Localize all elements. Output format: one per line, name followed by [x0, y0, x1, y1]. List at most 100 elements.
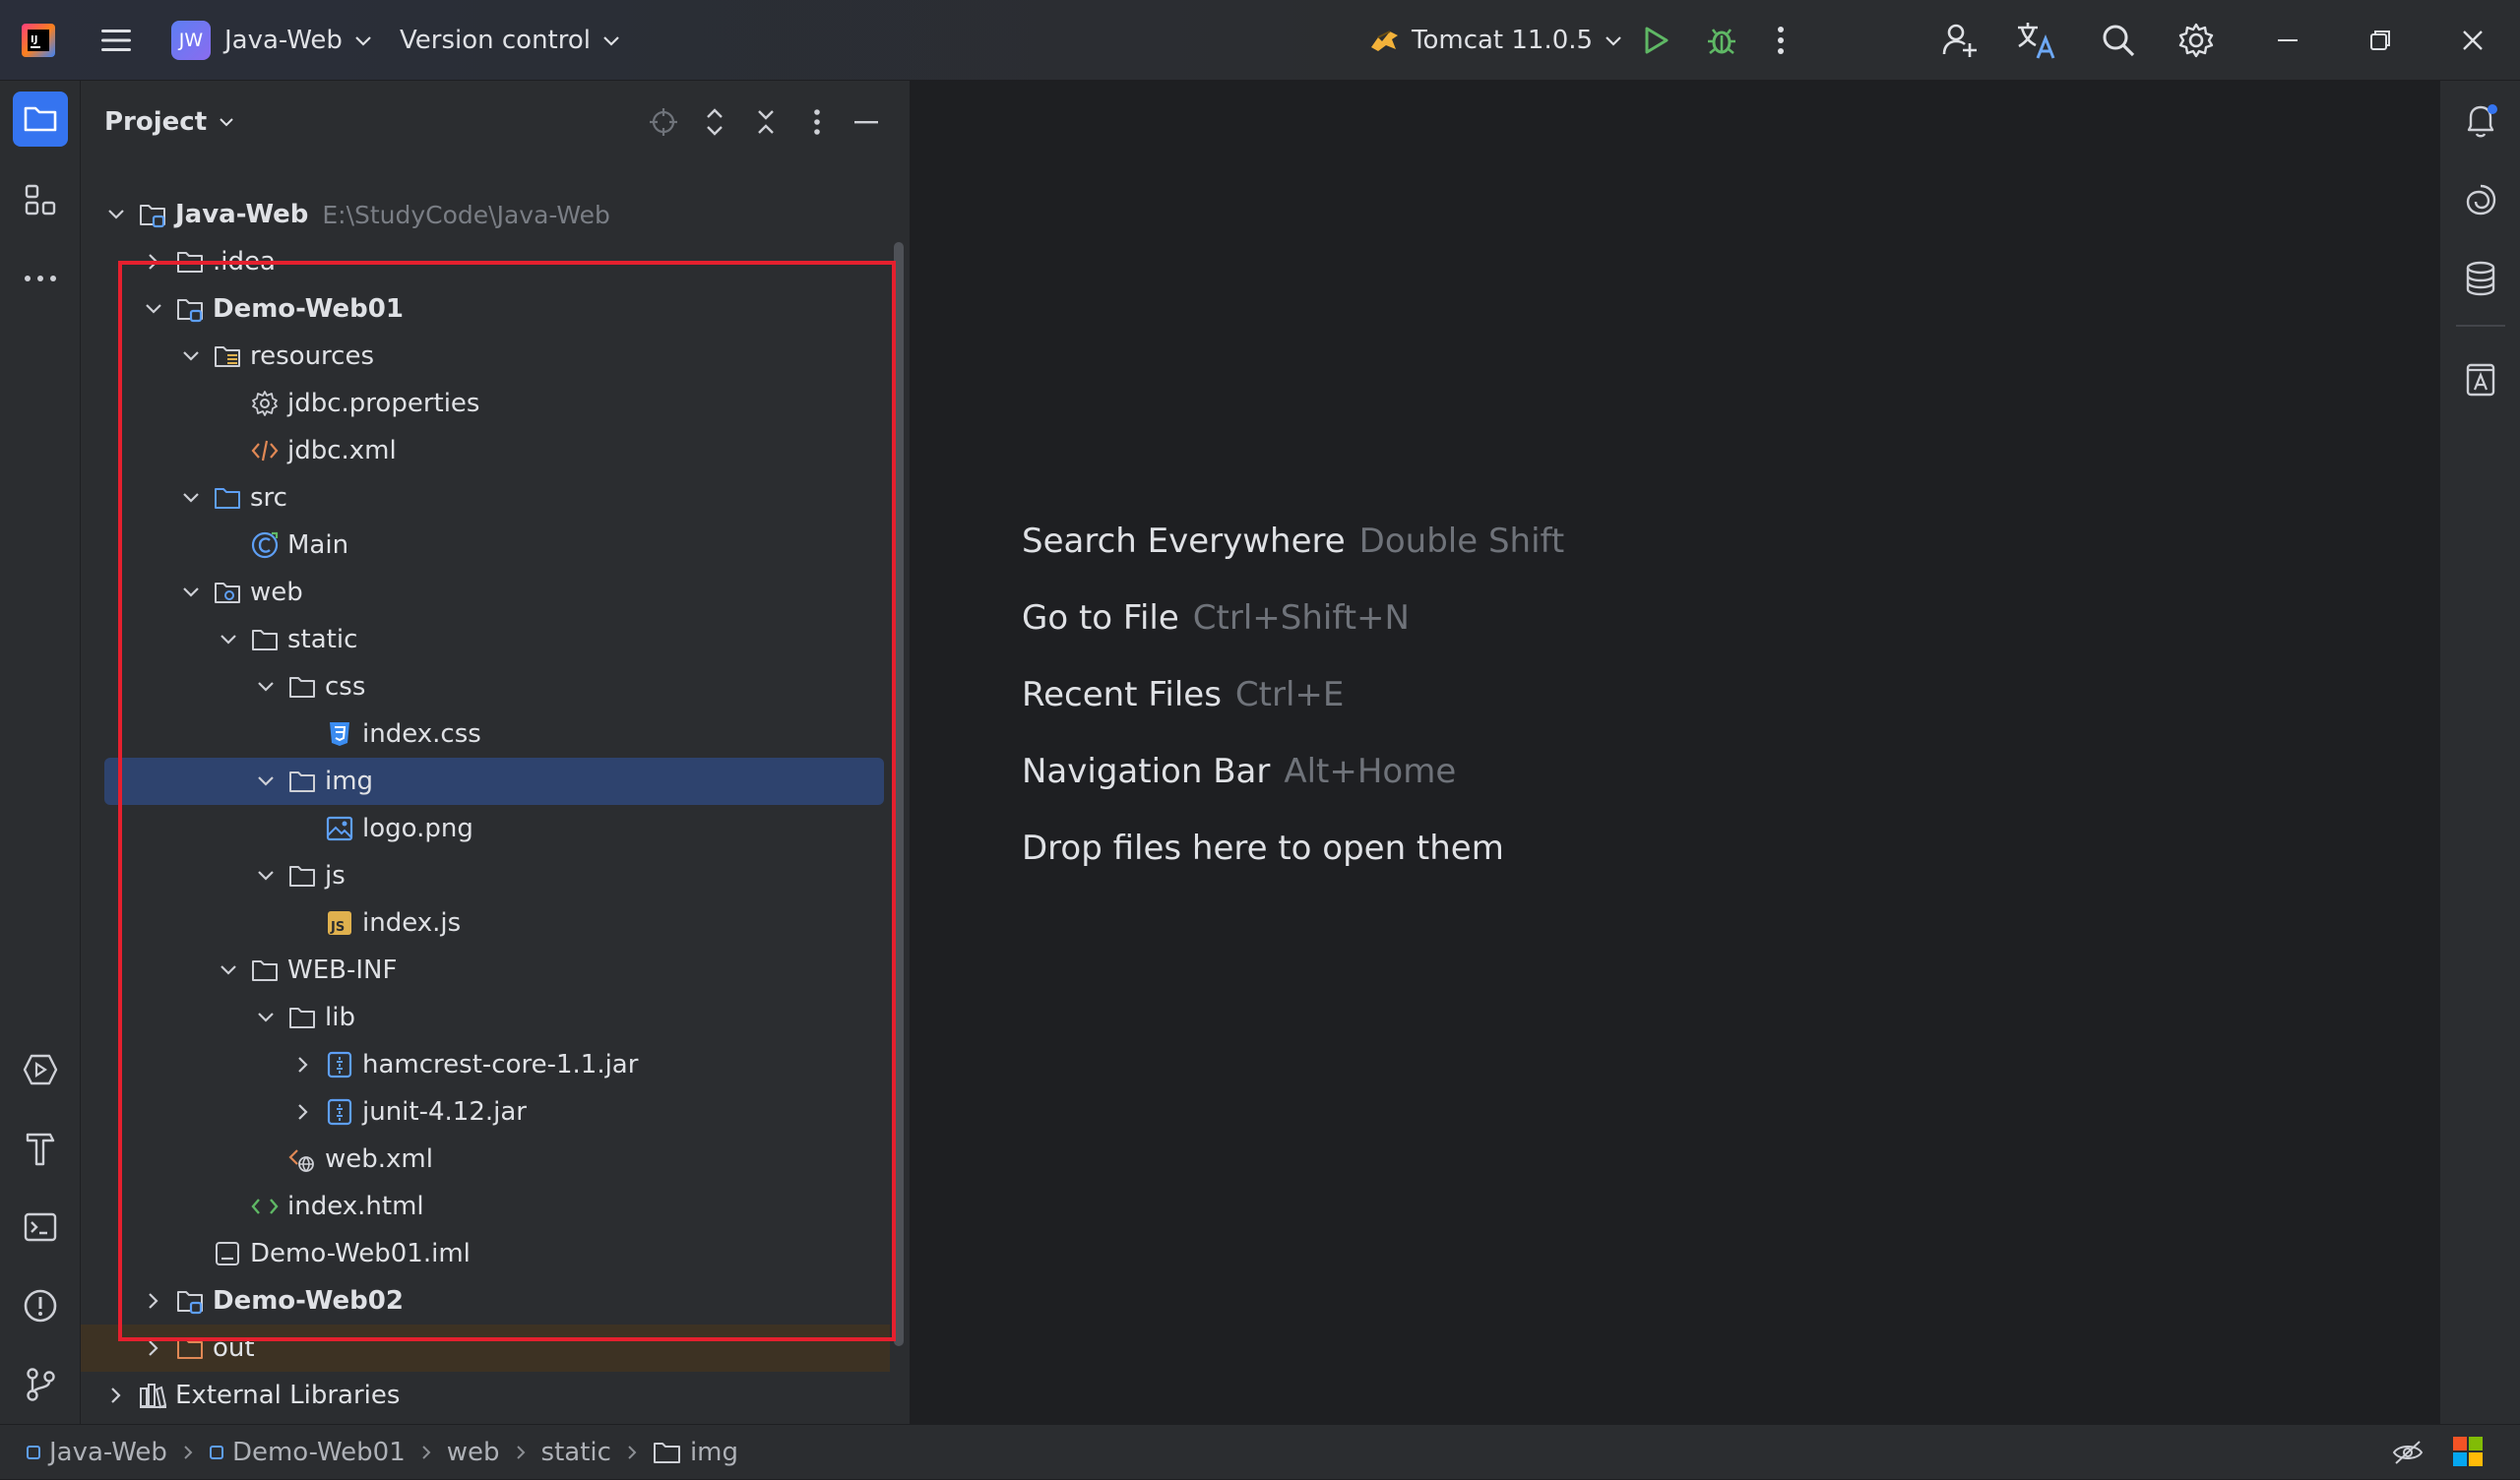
chevron-down-icon[interactable] — [217, 958, 240, 982]
terminal-tool-window-button[interactable] — [13, 1200, 68, 1255]
locate-file-icon[interactable] — [644, 102, 683, 142]
tree-row[interactable]: web — [81, 569, 890, 616]
add-user-icon[interactable] — [1932, 13, 1987, 68]
tree-row[interactable]: logo.png — [81, 805, 890, 852]
close-window-icon[interactable] — [2445, 13, 2500, 68]
hint-shortcut: Ctrl+Shift+N — [1192, 598, 1410, 638]
svg-text:IJ: IJ — [31, 34, 37, 45]
settings-gear-icon[interactable] — [2169, 13, 2224, 68]
editor-hint: Search Everywhere Double Shift — [1022, 522, 1564, 561]
xml-file-icon — [250, 436, 280, 465]
tree-row[interactable]: Demo-Web02 — [81, 1277, 890, 1325]
chevron-right-icon[interactable] — [291, 1100, 315, 1124]
chevron-down-icon[interactable] — [254, 864, 278, 888]
database-tool-window-button[interactable] — [2453, 251, 2508, 306]
toolbar-divider — [2456, 325, 2505, 327]
tree-row[interactable]: out — [81, 1325, 890, 1372]
tree-row[interactable]: JS index.js — [81, 899, 890, 947]
chevron-right-icon[interactable] — [142, 1336, 165, 1360]
hide-panel-icon[interactable] — [847, 102, 886, 142]
run-button[interactable] — [1628, 13, 1683, 68]
tree-row-label: jdbc.properties — [287, 389, 480, 418]
minimize-window-icon[interactable] — [2260, 13, 2315, 68]
tree-row[interactable]: web.xml — [81, 1136, 890, 1183]
iml-file-icon — [213, 1239, 242, 1268]
tree-row[interactable]: Demo-Web01.iml — [81, 1230, 890, 1277]
project-switcher[interactable]: JW Java-Web — [171, 20, 372, 61]
tree-row[interactable]: WEB-INF — [81, 947, 890, 994]
breadcrumb-item[interactable]: static — [541, 1438, 611, 1467]
power-save-icon[interactable] — [2390, 1435, 2426, 1470]
translation-dictionary-button[interactable] — [2453, 352, 2508, 407]
tree-row[interactable]: hamcrest-core-1.1.jar — [81, 1041, 890, 1088]
ai-assistant-button[interactable] — [2453, 172, 2508, 227]
chevron-down-icon[interactable] — [142, 297, 165, 321]
tree-row[interactable]: css — [81, 663, 890, 710]
build-tool-window-button[interactable] — [13, 1121, 68, 1176]
chevron-right-icon[interactable] — [142, 1289, 165, 1313]
tree-row[interactable]: resources — [81, 333, 890, 380]
git-tool-window-button[interactable] — [13, 1357, 68, 1412]
tree-row[interactable]: Java-Web E:\StudyCode\Java-Web — [81, 191, 890, 238]
chevron-down-icon[interactable] — [104, 203, 128, 226]
hint-shortcut: Ctrl+E — [1234, 675, 1345, 714]
chevron-down-icon[interactable] — [179, 486, 203, 510]
project-tool-window-button[interactable] — [13, 92, 68, 147]
intellij-logo-icon[interactable]: IJ — [14, 13, 63, 68]
chevron-right-icon[interactable] — [142, 250, 165, 274]
module-folder-icon — [175, 1286, 205, 1316]
notifications-button[interactable] — [2453, 93, 2508, 149]
main-menu-icon[interactable] — [89, 13, 144, 68]
restore-window-icon[interactable] — [2353, 13, 2408, 68]
tree-scrollbar-track[interactable] — [892, 163, 906, 1424]
windows-logo-icon[interactable] — [2452, 1436, 2486, 1469]
terminal-icon — [24, 1212, 57, 1242]
tree-row[interactable]: lib — [81, 994, 890, 1041]
translate-icon[interactable] — [2009, 13, 2064, 68]
tree-row[interactable]: index.html — [81, 1183, 890, 1230]
chevron-down-icon[interactable] — [217, 628, 240, 651]
breadcrumb-item[interactable]: web — [447, 1438, 500, 1467]
chevron-down-icon[interactable] — [254, 675, 278, 699]
breadcrumb-item[interactable]: Demo-Web01 — [209, 1438, 406, 1467]
panel-options-icon[interactable] — [797, 102, 837, 142]
jar-file-icon — [325, 1097, 354, 1127]
chevron-down-icon[interactable] — [254, 1006, 278, 1029]
chevron-down-icon[interactable] — [179, 344, 203, 368]
tree-row[interactable]: index.css — [81, 710, 890, 758]
tree-row[interactable]: img — [104, 758, 884, 805]
version-control-menu[interactable]: Version control — [400, 20, 620, 61]
breadcrumb-item[interactable]: img — [653, 1438, 738, 1467]
tree-row-label: Demo-Web01.iml — [250, 1239, 471, 1268]
chevron-right-icon[interactable] — [291, 1053, 315, 1077]
chevron-down-icon[interactable] — [179, 581, 203, 604]
project-view-selector[interactable]: Project — [104, 102, 234, 142]
tree-row[interactable]: .idea — [81, 238, 890, 285]
structure-tool-window-button[interactable] — [13, 172, 68, 227]
debug-button[interactable] — [1694, 13, 1749, 68]
services-tool-window-button[interactable] — [13, 1042, 68, 1097]
chevron-right-icon[interactable] — [104, 1384, 128, 1407]
tree-row[interactable]: js — [81, 852, 890, 899]
folder-icon — [653, 1443, 680, 1463]
tree-row[interactable]: jdbc.properties — [81, 380, 890, 427]
right-tool-window-bar — [2439, 81, 2520, 1424]
structure-icon — [25, 184, 56, 216]
more-tool-windows-icon[interactable] — [13, 251, 68, 306]
tree-row[interactable]: junit-4.12.jar — [81, 1088, 890, 1136]
tree-row[interactable]: jdbc.xml — [81, 427, 890, 474]
tree-row[interactable]: static — [81, 616, 890, 663]
breadcrumb-item[interactable]: Java-Web — [26, 1438, 167, 1467]
collapse-all-icon[interactable] — [746, 102, 786, 142]
tree-row[interactable]: External Libraries — [81, 1372, 890, 1419]
chevron-down-icon[interactable] — [254, 770, 278, 793]
tree-row[interactable]: Main — [81, 522, 890, 569]
tree-scrollbar-thumb[interactable] — [894, 242, 904, 1346]
problems-tool-window-button[interactable] — [13, 1278, 68, 1333]
tree-row[interactable]: Demo-Web01 — [81, 285, 890, 333]
run-configuration-selector[interactable]: Tomcat 11.0.5 — [1368, 20, 1622, 61]
search-icon[interactable] — [2091, 13, 2146, 68]
tree-row[interactable]: src — [81, 474, 890, 522]
more-actions-icon[interactable] — [1761, 13, 1800, 68]
expand-all-icon[interactable] — [695, 102, 734, 142]
